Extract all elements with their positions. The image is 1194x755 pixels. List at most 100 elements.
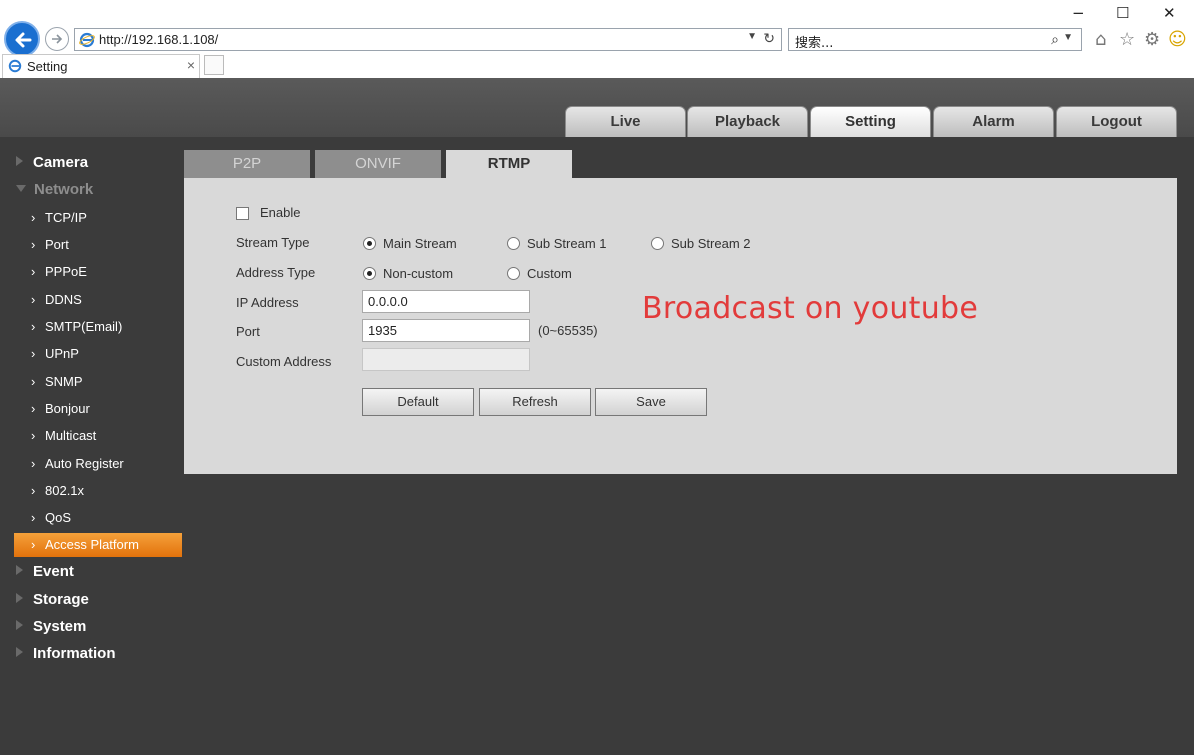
- nav-live[interactable]: Live: [565, 106, 686, 137]
- sidebar-group-storage[interactable]: Storage: [16, 591, 89, 608]
- sidebar-group-system[interactable]: System: [16, 618, 86, 635]
- sidebar-item-access-platform[interactable]: › Access Platform: [14, 533, 182, 557]
- new-tab-button[interactable]: [204, 55, 224, 75]
- sidebar-item-port[interactable]: › Port: [14, 233, 182, 257]
- enable-label: Enable: [260, 205, 301, 220]
- sidebar-item-8021x[interactable]: › 802.1x: [14, 479, 182, 503]
- sidebar-item-auto-register[interactable]: › Auto Register: [14, 452, 182, 476]
- chevron-right-icon: ›: [31, 374, 36, 389]
- search-icon[interactable]: ⌕: [1051, 31, 1059, 48]
- sidebar-group-camera[interactable]: Camera: [16, 154, 88, 171]
- browser-chrome: − ☐ ✕ http://192.168.1.108/ ▼ ↻ 搜索... ⌕ …: [0, 0, 1194, 78]
- chevron-right-icon: ›: [31, 401, 36, 416]
- search-bar[interactable]: 搜索... ⌕ ▼: [788, 28, 1082, 51]
- sidebar-group-event[interactable]: Event: [16, 563, 74, 580]
- chevron-right-icon: ›: [31, 456, 36, 471]
- ie-logo-icon: [79, 32, 95, 48]
- main-stream-label: Main Stream: [383, 236, 457, 251]
- tab-rtmp[interactable]: RTMP: [446, 150, 572, 178]
- sidebar-item-tcpip[interactable]: › TCP/IP: [14, 206, 182, 230]
- sidebar-item-smtp[interactable]: › SMTP(Email): [14, 315, 182, 339]
- address-type-label: Address Type: [236, 265, 316, 280]
- port-range-hint: (0~65535): [538, 323, 598, 338]
- browser-tab-strip: Setting ×: [0, 54, 1194, 78]
- minimize-window-button[interactable]: −: [1072, 4, 1085, 22]
- rtmp-settings-panel: Enable Stream Type Main Stream Sub Strea…: [184, 178, 1177, 474]
- sub-stream-2-radio[interactable]: [651, 237, 664, 250]
- tab-p2p[interactable]: P2P: [184, 150, 310, 178]
- annotation-text: Broadcast on youtube: [642, 291, 979, 326]
- forward-button[interactable]: [45, 27, 69, 51]
- address-bar[interactable]: http://192.168.1.108/ ▼ ↻: [74, 28, 782, 51]
- chevron-right-icon: ›: [31, 210, 36, 225]
- refresh-icon[interactable]: ↻: [763, 30, 775, 47]
- maximize-window-button[interactable]: ☐: [1116, 4, 1129, 22]
- sidebar-item-upnp[interactable]: › UPnP: [14, 342, 182, 366]
- sidebar-item-snmp[interactable]: › SNMP: [14, 370, 182, 394]
- chevron-right-icon: ›: [31, 292, 36, 307]
- star-icon[interactable]: ☆: [1119, 29, 1135, 50]
- refresh-button[interactable]: Refresh: [479, 388, 591, 416]
- close-tab-icon[interactable]: ×: [187, 57, 195, 73]
- gear-icon[interactable]: ⚙: [1144, 29, 1160, 50]
- sidebar-group-network[interactable]: Network: [16, 181, 93, 198]
- device-page: Live Playback Setting Alarm Logout Camer…: [0, 78, 1194, 755]
- nav-logout[interactable]: Logout: [1056, 106, 1177, 137]
- sidebar-item-qos[interactable]: › QoS: [14, 506, 182, 530]
- custom-label: Custom: [527, 266, 572, 281]
- expand-triangle-icon: [16, 156, 23, 166]
- sidebar-item-ddns[interactable]: › DDNS: [14, 288, 182, 312]
- chevron-right-icon: ›: [31, 319, 36, 334]
- sidebar-item-multicast[interactable]: › Multicast: [14, 424, 182, 448]
- expand-triangle-icon: [16, 593, 23, 603]
- ip-address-field[interactable]: 0.0.0.0: [362, 290, 530, 313]
- settings-sidebar: Camera Network › TCP/IP › Port › PPPoE › DDN…: [2, 137, 184, 755]
- sub-stream-1-label: Sub Stream 1: [527, 236, 607, 251]
- tab-onvif[interactable]: ONVIF: [315, 150, 441, 178]
- collapse-triangle-icon: [16, 185, 26, 192]
- screen: − ☐ ✕ http://192.168.1.108/ ▼ ↻ 搜索... ⌕ …: [0, 0, 1194, 755]
- sidebar-item-bonjour[interactable]: › Bonjour: [14, 397, 182, 421]
- chevron-right-icon: ›: [31, 510, 36, 525]
- browser-tab[interactable]: Setting ×: [2, 54, 200, 78]
- close-window-button[interactable]: ✕: [1163, 4, 1176, 22]
- top-navigation: Live Playback Setting Alarm Logout: [0, 78, 1194, 137]
- sub-stream-2-label: Sub Stream 2: [671, 236, 751, 251]
- browser-tab-title: Setting: [27, 59, 68, 74]
- sidebar-group-information[interactable]: Information: [16, 645, 116, 662]
- custom-radio[interactable]: [507, 267, 520, 280]
- nav-alarm[interactable]: Alarm: [933, 106, 1054, 137]
- arrow-left-icon: [15, 32, 32, 48]
- smiley-icon[interactable]: ☺: [1168, 29, 1187, 50]
- save-button[interactable]: Save: [595, 388, 707, 416]
- arrow-right-icon: [52, 34, 63, 44]
- chevron-down-icon[interactable]: ▼: [1063, 32, 1073, 43]
- main-stream-radio[interactable]: [363, 237, 376, 250]
- expand-triangle-icon: [16, 620, 23, 630]
- search-input[interactable]: 搜索...: [795, 32, 833, 51]
- sidebar-item-pppoe[interactable]: › PPPoE: [14, 260, 182, 284]
- port-label: Port: [236, 324, 260, 339]
- port-field[interactable]: 1935: [362, 319, 530, 342]
- chevron-right-icon: ›: [31, 428, 36, 443]
- custom-address-field[interactable]: [362, 348, 530, 371]
- default-button[interactable]: Default: [362, 388, 474, 416]
- non-custom-label: Non-custom: [383, 266, 454, 281]
- home-icon[interactable]: ⌂: [1095, 29, 1106, 50]
- stream-type-label: Stream Type: [236, 235, 310, 250]
- expand-triangle-icon: [16, 647, 23, 657]
- enable-checkbox[interactable]: [236, 207, 249, 220]
- ie-logo-icon: [8, 59, 22, 73]
- chevron-down-icon[interactable]: ▼: [747, 31, 757, 42]
- ip-address-label: IP Address: [236, 295, 299, 310]
- non-custom-radio[interactable]: [363, 267, 376, 280]
- sub-stream-1-radio[interactable]: [507, 237, 520, 250]
- chevron-right-icon: ›: [31, 537, 36, 552]
- address-text: http://192.168.1.108/: [99, 32, 219, 47]
- nav-playback[interactable]: Playback: [687, 106, 808, 137]
- chevron-right-icon: ›: [31, 483, 36, 498]
- chevron-right-icon: ›: [31, 264, 36, 279]
- chevron-right-icon: ›: [31, 237, 36, 252]
- nav-setting[interactable]: Setting: [810, 106, 931, 137]
- back-button[interactable]: [4, 21, 40, 57]
